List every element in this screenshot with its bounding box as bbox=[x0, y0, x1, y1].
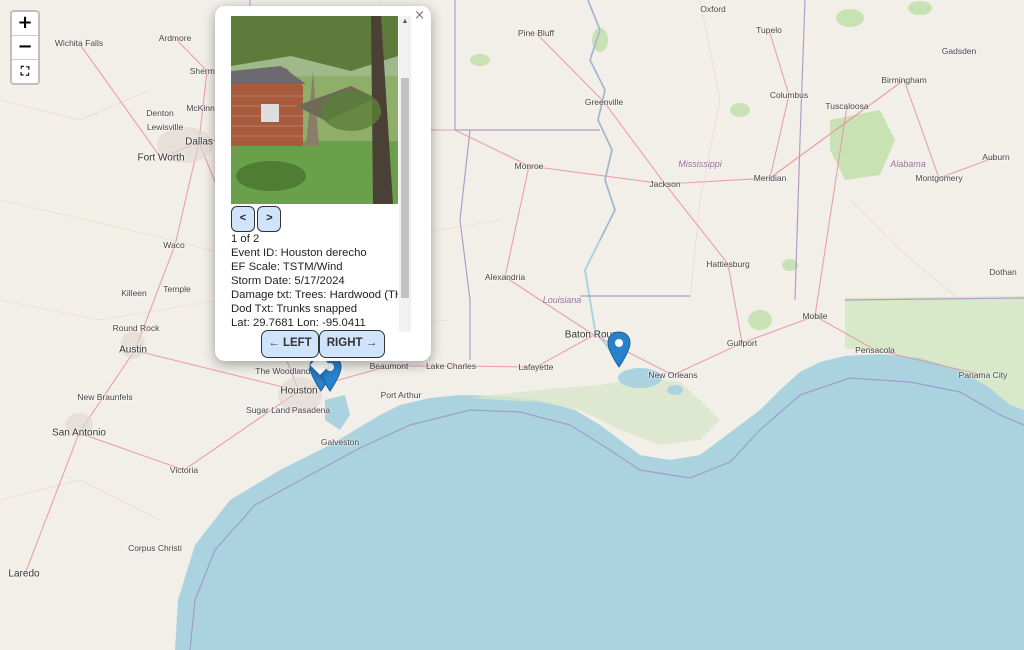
place-label: Waco bbox=[163, 240, 185, 250]
place-label: Auburn bbox=[982, 152, 1010, 162]
place-label: Denton bbox=[146, 108, 174, 118]
place-label: New Orleans bbox=[648, 370, 698, 380]
zoom-out-button[interactable]: − bbox=[12, 36, 38, 60]
damage-photo-image bbox=[231, 16, 398, 204]
left-button[interactable]: ← LEFT bbox=[261, 330, 319, 358]
place-label: Killeen bbox=[121, 288, 147, 298]
image-nav: < > bbox=[231, 206, 398, 232]
place-label: Montgomery bbox=[915, 173, 963, 183]
place-label: Tuscaloosa bbox=[825, 101, 869, 111]
next-image-button[interactable]: > bbox=[257, 206, 282, 232]
place-label: Corpus Christi bbox=[128, 543, 182, 553]
place-label: Sugar Land bbox=[246, 405, 290, 415]
place-label: Greenville bbox=[584, 97, 624, 107]
place-label: Lake Charles bbox=[425, 361, 477, 371]
place-label: Columbus bbox=[769, 90, 809, 100]
place-label: Pine Bluff bbox=[517, 28, 555, 38]
place-label: Fort Worth bbox=[137, 152, 185, 164]
zoom-in-button[interactable]: + bbox=[12, 12, 38, 36]
place-label: Lewisville bbox=[146, 122, 184, 132]
place-label: Meridian bbox=[753, 173, 787, 183]
place-label: Temple bbox=[163, 284, 191, 294]
state-label: Louisiana bbox=[542, 295, 582, 305]
state-label: Alabama bbox=[890, 159, 926, 169]
place-label: Panama City bbox=[958, 370, 1008, 380]
place-label: Dothan bbox=[989, 267, 1017, 277]
scroll-thumb[interactable] bbox=[401, 78, 409, 298]
popup-scrollbar[interactable]: ▲ bbox=[399, 16, 411, 332]
event-id: Event ID: Houston derecho bbox=[231, 247, 367, 259]
place-label: Wichita Falls bbox=[54, 38, 104, 48]
place-label: Monroe bbox=[514, 161, 544, 171]
place-label: Dallas bbox=[185, 136, 213, 148]
prev-image-button[interactable]: < bbox=[231, 206, 255, 232]
event-info: 1 of 2 Event ID: Houston derecho EF Scal… bbox=[231, 232, 398, 330]
place-label: Gadsden bbox=[941, 46, 977, 56]
new-orleans-marker[interactable] bbox=[607, 331, 631, 374]
map-canvas[interactable]: Wichita Falls Ardmore Sherman Denton McKinne… bbox=[0, 0, 1024, 650]
place-label: Pensacola bbox=[855, 345, 895, 355]
popup-content: < > 1 of 2 Event ID: Houston derecho EF … bbox=[231, 16, 398, 332]
zoom-control: + − ⛶ bbox=[10, 10, 40, 85]
place-label: San Antonio bbox=[52, 427, 106, 439]
lat-lon: Lat: 29.7681 Lon: -95.0411 bbox=[231, 317, 366, 329]
place-label: Pasadena bbox=[291, 405, 331, 415]
damage-photo bbox=[231, 16, 398, 204]
place-label: New Braunfels bbox=[77, 392, 133, 402]
place-label: Tupelo bbox=[756, 25, 782, 35]
place-label: Lafayette bbox=[518, 362, 554, 372]
close-icon[interactable]: × bbox=[414, 8, 425, 23]
place-label: Ardmore bbox=[158, 33, 192, 43]
place-label: Beaumont bbox=[369, 361, 409, 371]
marker-pin-icon bbox=[607, 331, 631, 368]
place-label: Alexandria bbox=[484, 272, 526, 282]
ef-scale: EF Scale: TSTM/Wind bbox=[231, 261, 343, 273]
place-label: Port Arthur bbox=[380, 390, 422, 400]
fullscreen-button[interactable]: ⛶ bbox=[12, 60, 38, 83]
place-label: Hattiesburg bbox=[706, 259, 750, 269]
place-label: The Woodlands bbox=[255, 366, 315, 376]
image-counter: 1 of 2 bbox=[231, 233, 260, 245]
place-label: Jackson bbox=[649, 179, 681, 189]
storm-date: Storm Date: 5/17/2024 bbox=[231, 275, 345, 287]
place-label: Oxford bbox=[700, 4, 726, 14]
damage-text: Damage txt: Trees: Hardwood (TH) bbox=[231, 289, 398, 301]
scroll-up-icon[interactable]: ▲ bbox=[399, 16, 411, 28]
event-popup: × < > 1 of 2 Event ID: Houston derecho E… bbox=[215, 6, 431, 361]
right-button[interactable]: RIGHT → bbox=[319, 330, 385, 358]
place-label: Victoria bbox=[169, 465, 199, 475]
place-label: Birmingham bbox=[881, 75, 927, 85]
place-label: Austin bbox=[119, 344, 147, 356]
place-label: Laredo bbox=[8, 568, 40, 580]
state-label: Mississippi bbox=[678, 159, 722, 169]
place-label: Galveston bbox=[320, 437, 360, 447]
place-label: Round Rock bbox=[112, 323, 160, 333]
dod-text: Dod Txt: Trunks snapped bbox=[231, 303, 358, 315]
place-label: Gulfport bbox=[726, 338, 758, 348]
place-label: Mobile bbox=[802, 311, 828, 321]
